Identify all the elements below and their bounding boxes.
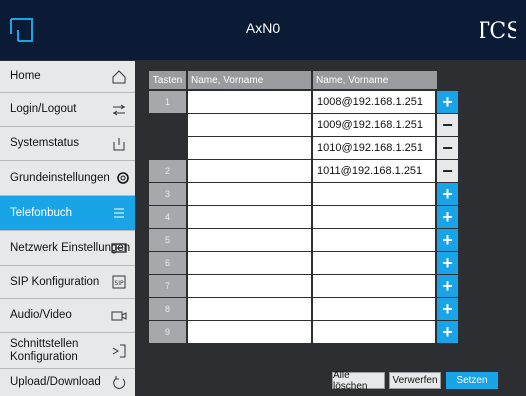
network-icon	[111, 243, 127, 253]
remove-entry-button[interactable]: −	[437, 114, 458, 136]
top-bar: AxN0 TCS	[0, 0, 526, 60]
name-field[interactable]	[188, 114, 311, 136]
sidebar-item-label: Audio/Video	[10, 309, 72, 322]
column-header-tasten: Tasten	[149, 71, 186, 89]
add-entry-button[interactable]: +	[437, 252, 458, 274]
key-number: 2	[149, 160, 186, 182]
key-number: 4	[149, 206, 186, 228]
home-icon	[112, 69, 126, 83]
add-entry-button[interactable]: +	[437, 275, 458, 297]
login-icon	[113, 104, 125, 115]
set-button[interactable]: Setzen	[446, 372, 498, 389]
gear-icon	[117, 172, 129, 184]
sip-icon: SIP	[112, 275, 126, 289]
name-field[interactable]	[188, 275, 311, 297]
name-field[interactable]	[188, 321, 311, 343]
number-field[interactable]: 1008@192.168.1.251	[313, 91, 435, 113]
sidebar-item-label: Telefonbuch	[10, 206, 73, 219]
sidebar-item-label: Upload/Download	[10, 376, 101, 389]
name-field[interactable]	[188, 252, 311, 274]
name-field[interactable]	[188, 298, 311, 320]
sidebar-item-upload-download[interactable]: Upload/Download	[0, 369, 135, 396]
name-field[interactable]	[188, 229, 311, 251]
column-header-number: Name, Vorname	[313, 71, 437, 89]
sidebar: Home Login/Logout Systemstatus Grundeins…	[0, 61, 135, 396]
key-number: 7	[149, 275, 186, 297]
number-field[interactable]	[313, 298, 435, 320]
number-field[interactable]	[313, 321, 435, 343]
name-field[interactable]	[188, 160, 311, 182]
sidebar-item-label: Systemstatus	[10, 137, 80, 150]
sidebar-item-label: Home	[10, 70, 41, 83]
sidebar-item-label: Grundeinstellungen	[10, 171, 110, 184]
number-field[interactable]	[313, 275, 435, 297]
number-field[interactable]: 1010@192.168.1.251	[313, 137, 435, 159]
add-entry-button[interactable]: +	[437, 91, 458, 113]
sidebar-item-home[interactable]: Home	[0, 61, 135, 93]
list-icon	[114, 208, 124, 218]
svg-text:SIP: SIP	[114, 280, 124, 287]
brand-logo: TCS	[480, 19, 516, 44]
add-entry-button[interactable]: +	[437, 229, 458, 251]
refresh-icon	[113, 375, 126, 389]
sidebar-item-audio-video[interactable]: Audio/Video	[0, 299, 135, 333]
number-field[interactable]	[313, 229, 435, 251]
add-entry-button[interactable]: +	[437, 206, 458, 228]
add-entry-button[interactable]: +	[437, 298, 458, 320]
key-number: 8	[149, 298, 186, 320]
number-field[interactable]	[313, 183, 435, 205]
sidebar-item-schnittstellen[interactable]: Schnittstellen Konfiguration	[0, 333, 135, 369]
add-entry-button[interactable]: +	[437, 183, 458, 205]
name-field[interactable]	[188, 91, 311, 113]
sidebar-item-systemstatus[interactable]: Systemstatus	[0, 127, 135, 161]
sidebar-item-label: SIP Konfiguration	[10, 275, 100, 288]
remove-entry-button[interactable]: −	[437, 137, 458, 159]
sidebar-item-netzwerk[interactable]: Netzwerk Einstellungen	[0, 231, 135, 266]
interface-icon	[112, 344, 126, 357]
remove-entry-button[interactable]: −	[437, 160, 458, 182]
sidebar-item-label: Login/Logout	[10, 103, 77, 116]
svg-text:TCS: TCS	[480, 19, 516, 44]
camera-icon	[111, 311, 127, 320]
sidebar-item-telefonbuch[interactable]: Telefonbuch	[0, 196, 135, 231]
number-field[interactable]: 1009@192.168.1.251	[313, 114, 435, 136]
number-field[interactable]: 1011@192.168.1.251	[313, 160, 435, 182]
name-field[interactable]	[188, 206, 311, 228]
column-header-name: Name, Vorname	[188, 71, 311, 89]
name-field[interactable]	[188, 183, 311, 205]
power-icon	[113, 137, 125, 150]
device-title: AxN0	[245, 20, 281, 36]
sidebar-item-sip-konfiguration[interactable]: SIP Konfiguration SIP	[0, 266, 135, 299]
key-number: 6	[149, 252, 186, 274]
number-field[interactable]	[313, 252, 435, 274]
name-field[interactable]	[188, 137, 311, 159]
key-number: 9	[149, 321, 186, 343]
key-number: 5	[149, 229, 186, 251]
key-number: 1	[149, 91, 186, 113]
add-entry-button[interactable]: +	[437, 321, 458, 343]
discard-button[interactable]: Verwerfen	[389, 372, 441, 389]
number-field[interactable]	[313, 206, 435, 228]
sidebar-item-grundeinstellungen[interactable]: Grundeinstellungen	[0, 161, 135, 196]
delete-all-button[interactable]: Alle löschen	[332, 370, 385, 392]
sidebar-item-login-logout[interactable]: Login/Logout	[0, 93, 135, 127]
key-number: 3	[149, 183, 186, 205]
